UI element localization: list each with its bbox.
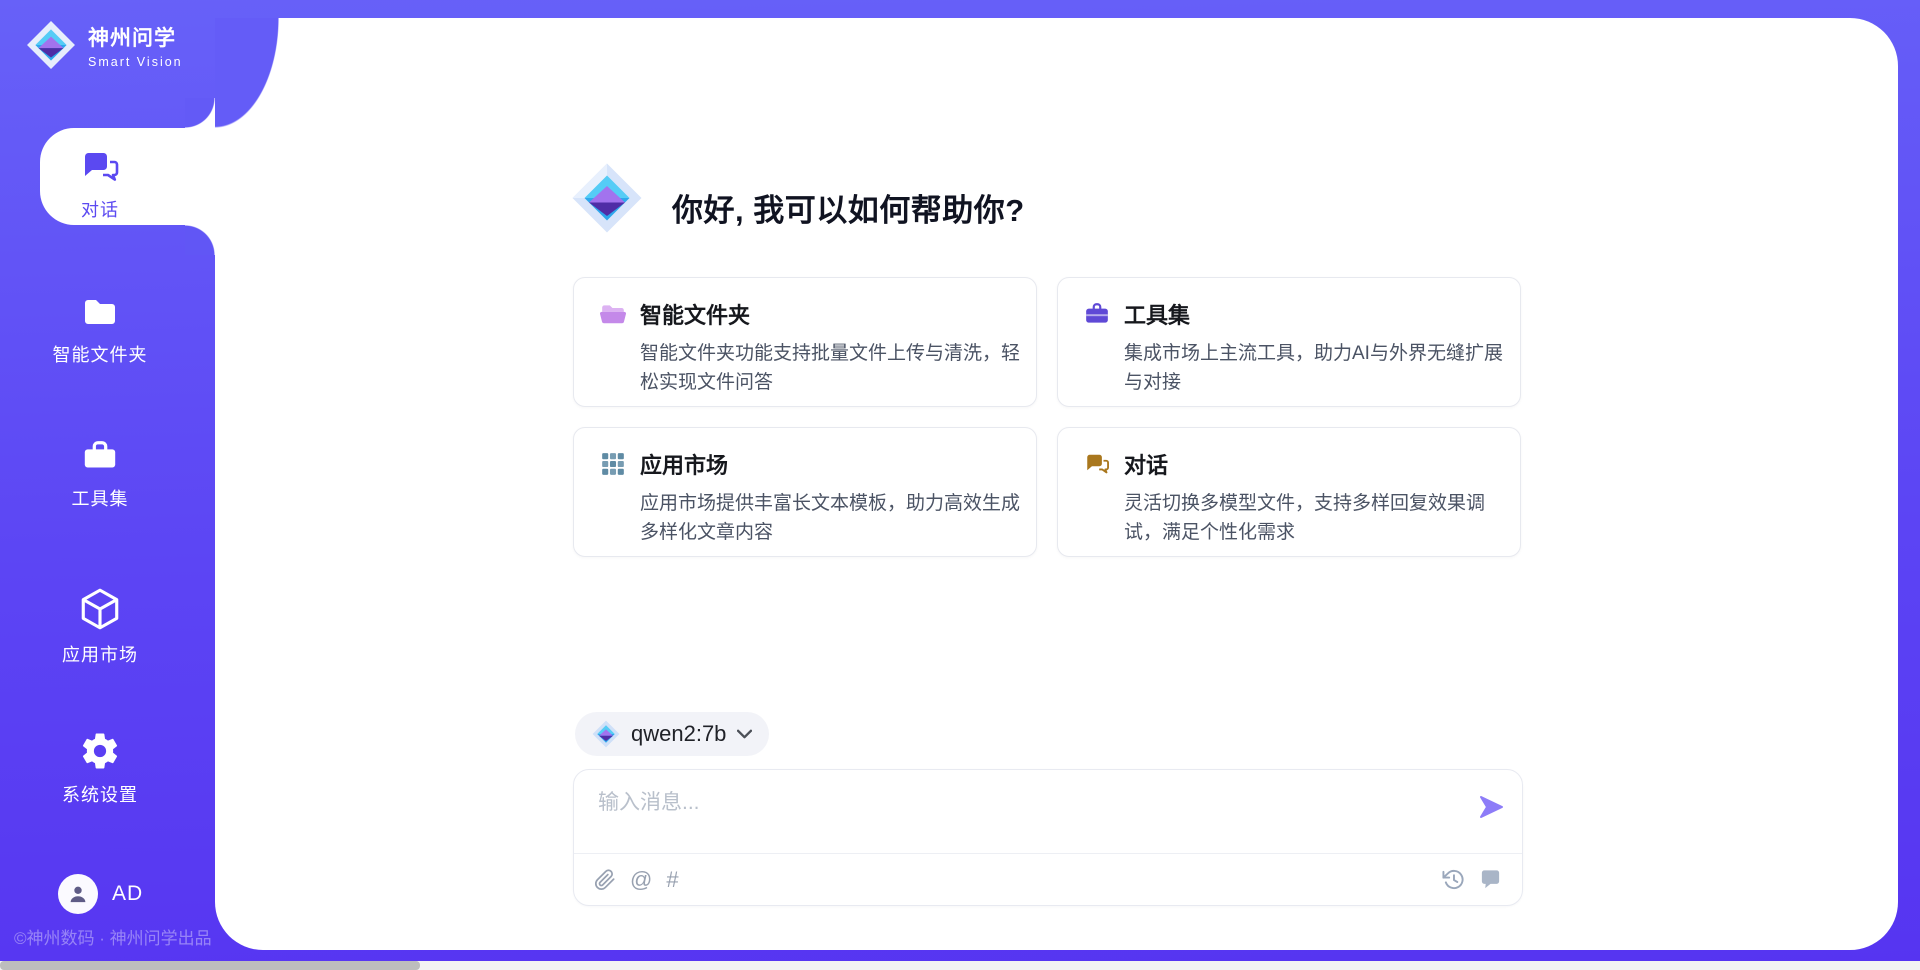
open-folder-icon [600,301,626,327]
sidebar-item-label: 应用市场 [62,641,138,667]
tab-curve-top-decoration [185,98,215,128]
gear-icon [79,730,121,772]
user-profile[interactable]: AD [58,874,143,914]
sidebar-item-label: 工具集 [72,485,129,511]
sidebar-item-label: 智能文件夹 [53,341,148,367]
card-title: 应用市场 [640,448,728,480]
brand-text: 神州问学 Smart Vision [88,22,183,69]
hash-icon[interactable]: # [666,869,678,891]
appmarket-grid-icon [600,451,626,477]
sidebar-item-settings[interactable]: 系统设置 [0,730,200,807]
greeting-title: 你好, 我可以如何帮助你? [672,185,1025,230]
comment-button[interactable] [1479,868,1502,891]
user-icon [65,881,91,907]
user-name: AD [112,882,143,906]
card-title: 对话 [1124,448,1168,480]
brand-logo-icon [26,20,76,70]
send-button[interactable] [1478,794,1504,820]
chat-icon [80,147,120,187]
card-smart-folder[interactable]: 智能文件夹 智能文件夹功能支持批量文件上传与清洗，轻松实现文件问答 [573,277,1037,407]
chevron-down-icon [737,729,752,739]
avatar [58,874,98,914]
sidebar-item-chat[interactable]: 对话 [0,147,200,222]
message-input[interactable] [598,786,1458,848]
attach-file-button[interactable] [594,869,616,891]
sidebar-item-smart-folder[interactable]: 智能文件夹 [0,292,200,367]
card-toolset[interactable]: 工具集 集成市场上主流工具，助力AI与外界无缝扩展与对接 [1057,277,1521,407]
brand-logo[interactable]: 神州问学 Smart Vision [26,20,183,70]
history-button[interactable] [1442,868,1465,891]
card-chat[interactable]: 对话 灵活切换多模型文件，支持多样回复效果调试，满足个性化需求 [1057,427,1521,557]
sidebar-item-label: 系统设置 [62,781,138,807]
horizontal-scrollbar-track[interactable] [0,961,1920,970]
model-selector[interactable]: qwen2:7b [575,712,769,756]
folder-icon [80,292,120,332]
paperclip-icon [594,869,616,891]
brand-name: 神州问学 [88,22,183,52]
briefcase-icon [81,438,119,476]
send-icon [1478,794,1504,820]
message-composer: @ # [573,769,1523,906]
logo-curve-decoration [215,18,279,128]
history-icon [1442,868,1465,891]
card-description: 智能文件夹功能支持批量文件上传与清洗，轻松实现文件问答 [640,339,1026,397]
greeting-logo-icon [571,162,643,234]
feature-cards: 智能文件夹 智能文件夹功能支持批量文件上传与清洗，轻松实现文件问答 工具集 集成… [573,277,1521,557]
comment-icon [1479,868,1502,891]
horizontal-scrollbar-thumb[interactable] [0,961,420,970]
tab-curve-bottom-decoration [185,225,215,255]
card-app-market[interactable]: 应用市场 应用市场提供丰富长文本模板，助力高效生成多样化文章内容 [573,427,1037,557]
card-description: 集成市场上主流工具，助力AI与外界无缝扩展与对接 [1124,339,1510,397]
chat-bubble-icon [1084,451,1110,477]
cube-icon [77,586,123,632]
composer-toolbar: @ # [574,853,1522,905]
sidebar-item-toolset[interactable]: 工具集 [0,438,200,511]
toolset-briefcase-icon [1084,301,1110,327]
at-icon[interactable]: @ [630,869,652,891]
card-title: 工具集 [1124,298,1190,330]
card-title: 智能文件夹 [640,298,750,330]
app-root: { "brand": { "name": "神州问学", "subtitle":… [0,0,1920,970]
model-logo-icon [592,720,620,748]
card-description: 应用市场提供丰富长文本模板，助力高效生成多样化文章内容 [640,489,1026,547]
copyright-text: ©神州数码 · 神州问学出品 [14,924,212,949]
card-description: 灵活切换多模型文件，支持多样回复效果调试，满足个性化需求 [1124,489,1510,547]
sidebar-item-app-market[interactable]: 应用市场 [0,586,200,667]
sidebar-item-label: 对话 [81,196,119,222]
brand-subtitle: Smart Vision [88,55,183,69]
model-name: qwen2:7b [631,721,726,747]
